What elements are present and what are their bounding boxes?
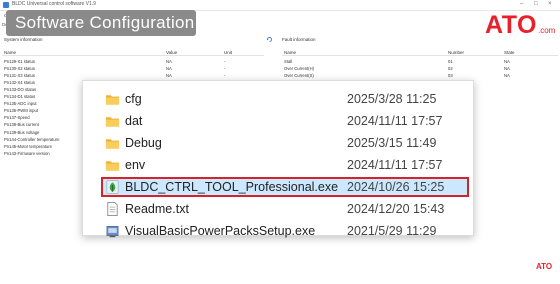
column-header-number: Number <box>448 50 465 55</box>
window-title: BLDC Universal control software V1.9 <box>12 1 96 7</box>
logo-text: ATO <box>485 11 537 39</box>
file-name: Readme.txt <box>125 202 189 216</box>
cell-number: 03 <box>448 73 453 79</box>
cell-name: Pn131-X3 status <box>4 73 35 79</box>
cell-name: Pn129-X1 status <box>4 59 35 64</box>
table-row[interactable]: Pn131-X3 status NA - <box>2 72 264 79</box>
cell-name: Pn132-X4 status <box>4 80 35 86</box>
cell-unit: - <box>224 73 226 79</box>
cell-number: 02 <box>448 66 453 72</box>
table-row[interactable]: Stall 01 NA <box>282 58 558 65</box>
close-icon[interactable]: × <box>548 1 552 7</box>
file-row[interactable]: cfg 2025/3/28 11:25 <box>101 89 469 109</box>
folder-icon <box>105 91 120 107</box>
system-grid-header: Name Value Unit <box>2 49 264 56</box>
cell-name: Pn137-Speed <box>4 115 30 121</box>
file-name: cfg <box>125 92 142 106</box>
file-row[interactable]: Debug 2025/3/15 11:49 <box>101 133 469 153</box>
cell-unit: - <box>224 66 226 72</box>
cell-name: Pn138-Bus current <box>4 122 39 128</box>
file-date-modified: 2021/5/29 11:29 <box>347 224 437 238</box>
file-name: Debug <box>125 136 162 150</box>
file-row[interactable]: dat 2024/11/11 17:57 <box>101 111 469 131</box>
table-row[interactable]: Pn129-X1 status NA - <box>2 58 264 65</box>
file-row[interactable]: VisualBasicPowerPacksSetup.exe 2021/5/29 … <box>101 221 469 241</box>
cell-state: NA <box>504 66 510 72</box>
cell-value: NA <box>166 73 172 79</box>
file-date-modified: 2025/3/15 11:49 <box>347 136 437 150</box>
column-header-value: Value <box>166 50 178 55</box>
minimize-icon[interactable]: – <box>520 1 523 7</box>
brand-logo: ATO.com <box>485 11 555 40</box>
file-name: env <box>125 158 146 172</box>
table-row[interactable]: Over Current(H) 02 NA <box>282 65 558 72</box>
cell-value: NA <box>166 59 172 64</box>
file-date-modified: 2024/12/20 15:43 <box>347 202 445 216</box>
file-date-modified: 2024/11/11 17:57 <box>347 158 443 172</box>
column-header-name: Name <box>4 50 17 55</box>
app-icon <box>3 2 9 8</box>
exe-app-icon <box>105 179 120 195</box>
banner-text: Software Configuration <box>15 13 195 32</box>
cell-name: Pn130-X2 status <box>4 66 35 72</box>
cell-name: Pn139-Bus voltage <box>4 129 40 135</box>
cell-name: Pn136-PWM input <box>4 108 38 114</box>
file-row[interactable]: env 2024/11/11 17:57 <box>101 155 469 175</box>
column-header-name: Name <box>284 50 297 55</box>
table-row[interactable]: Over Current(S) 03 NA <box>282 72 558 79</box>
folder-icon <box>105 113 120 129</box>
cell-number: 01 <box>448 59 453 64</box>
file-date-modified: 2024/11/11 17:57 <box>347 114 443 128</box>
folder-icon <box>105 157 120 173</box>
system-info-label: System information <box>4 37 43 42</box>
logo-suffix: .com <box>537 26 556 35</box>
cell-name: Pn133-DO status <box>4 87 37 93</box>
cell-value: NA <box>166 66 172 72</box>
refresh-icon[interactable] <box>266 36 273 43</box>
video-caption-banner: Software Configuration <box>6 10 196 36</box>
maximize-icon[interactable]: □ <box>534 1 538 7</box>
cell-name: Pn135-ADC input <box>4 101 37 107</box>
cell-name: Pn144-Controller temperature <box>4 136 60 142</box>
corner-watermark: ATO <box>536 262 553 271</box>
file-explorer-list: cfg 2025/3/28 11:25 dat 2024/11/11 17:57 Deb… <box>82 80 474 238</box>
cell-unit: - <box>224 59 226 64</box>
column-header-unit: Unit <box>224 50 233 55</box>
table-row[interactable]: Pn130-X2 status NA - <box>2 65 264 72</box>
cell-state: NA <box>504 59 510 64</box>
cell-name: Stall <box>284 59 293 64</box>
cell-name: Pn145-Motor temperature <box>4 143 52 149</box>
text-file-icon <box>105 201 120 217</box>
cell-name: Over Current(H) <box>284 66 315 72</box>
cell-name: Pn143-Firmware version <box>4 150 50 156</box>
fault-info-label: Fault information <box>282 37 316 42</box>
column-header-state: State <box>504 50 515 55</box>
installer-icon <box>105 223 120 239</box>
file-row-selected[interactable]: BLDC_CTRL_TOOL_Professional.exe 2024/10/2… <box>101 177 469 197</box>
file-date-modified: 2024/10/26 15:25 <box>347 180 445 194</box>
folder-icon <box>105 135 120 151</box>
file-name: dat <box>125 114 143 128</box>
file-row[interactable]: Readme.txt 2024/12/20 15:43 <box>101 199 469 219</box>
file-name: VisualBasicPowerPacksSetup.exe <box>125 224 316 238</box>
cell-name: Over Current(S) <box>284 73 314 79</box>
cell-state: NA <box>504 73 510 79</box>
file-name: BLDC_CTRL_TOOL_Professional.exe <box>125 180 339 194</box>
file-date-modified: 2025/3/28 11:25 <box>347 92 437 106</box>
cell-name: Pn134-D1 status <box>4 94 36 100</box>
fault-grid-header: Name Number State <box>282 49 558 56</box>
